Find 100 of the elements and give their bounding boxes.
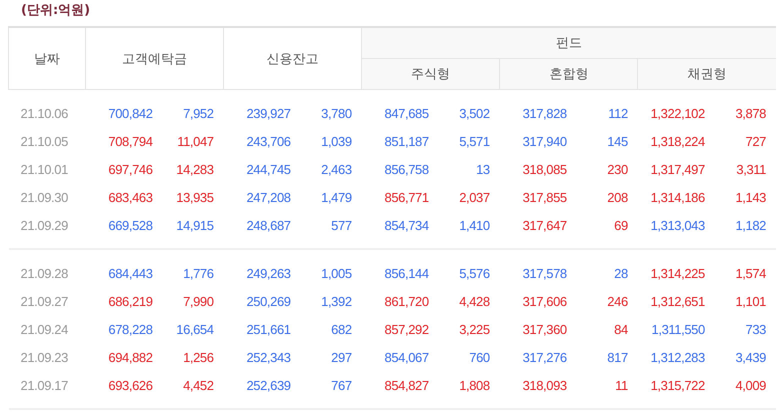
- change-cell-text: 1,392: [320, 292, 353, 310]
- unit-label: (단위:억원): [20, 2, 92, 20]
- change-cell-text: 14,283: [175, 160, 215, 178]
- value-cell-text: 250,269: [245, 292, 292, 310]
- date-cell-text: 21.09.23: [20, 348, 69, 366]
- value-cell-text: 856,758: [384, 160, 430, 178]
- change-cell-text: 112: [607, 104, 629, 122]
- value-cell-text: 708,794: [107, 132, 154, 150]
- value-cell-text: 317,276: [522, 348, 568, 366]
- change-cell-text: 1,005: [320, 264, 353, 282]
- change-cell-text: 11,047: [176, 132, 215, 150]
- value-cell-text: 856,144: [384, 264, 430, 282]
- change-cell-text: 5,576: [458, 264, 491, 282]
- change-cell-text: 3,311: [735, 160, 767, 178]
- change-cell-text: 13: [475, 160, 491, 178]
- value-cell-text: 318,093: [522, 376, 568, 394]
- value-cell-text: 1,313,043: [650, 216, 706, 234]
- value-cell-text: 317,647: [522, 216, 568, 234]
- value-cell-text: 244,745: [245, 160, 292, 178]
- change-cell-text: 1,101: [734, 292, 767, 310]
- value-cell-text: 1,318,224: [650, 132, 706, 150]
- date-cell-text: 21.10.01: [20, 160, 69, 178]
- change-cell-text: 84: [613, 320, 629, 338]
- value-cell-text: 861,720: [384, 292, 430, 310]
- change-cell-text: 2,463: [320, 160, 353, 178]
- change-cell-text: 230: [606, 160, 629, 178]
- value-cell-text: 1,311,550: [650, 320, 706, 338]
- change-cell-text: 1,039: [320, 132, 353, 150]
- value-cell-text: 683,463: [107, 188, 154, 206]
- change-cell-text: 1,410: [458, 216, 491, 234]
- value-cell-text: 317,940: [522, 132, 568, 150]
- change-cell-text: 145: [606, 132, 629, 150]
- change-cell-text: 208: [606, 188, 629, 206]
- change-cell-text: 1,808: [458, 376, 491, 394]
- value-cell-text: 678,228: [107, 320, 154, 338]
- value-cell-text: 700,842: [107, 104, 154, 122]
- change-cell-text: 1,776: [182, 264, 215, 282]
- value-cell-text: 851,187: [384, 132, 430, 150]
- change-cell-text: 2,037: [458, 188, 491, 206]
- date-cell-text: 21.09.29: [20, 216, 69, 234]
- change-cell-text: 5,571: [458, 132, 491, 150]
- column-header: 펀드: [362, 27, 776, 58]
- change-cell-text: 1,256: [182, 348, 215, 366]
- value-cell-text: 317,828: [522, 104, 568, 122]
- change-cell-text: 4,452: [182, 376, 215, 394]
- value-cell-text: 317,360: [522, 320, 568, 338]
- change-cell-text: 1,143: [734, 188, 767, 206]
- change-cell-text: 817: [606, 348, 629, 366]
- date-cell-text: 21.09.30: [20, 188, 69, 206]
- date-cell-text: 21.09.17: [20, 376, 69, 394]
- change-cell-text: 1,182: [734, 216, 767, 234]
- date-cell-text: 21.09.27: [20, 292, 69, 310]
- value-cell-text: 686,219: [107, 292, 154, 310]
- value-cell-text: 317,855: [522, 188, 568, 206]
- value-cell-text: 694,882: [107, 348, 154, 366]
- value-cell-text: 239,927: [245, 104, 292, 122]
- value-cell-text: 317,606: [522, 292, 568, 310]
- value-cell-text: 669,528: [107, 216, 154, 234]
- change-cell-text: 69: [613, 216, 629, 234]
- value-cell-text: 1,315,722: [650, 376, 706, 394]
- date-cell-text: 21.10.05: [20, 132, 69, 150]
- value-cell-text: 247,208: [245, 188, 292, 206]
- change-cell-text: 28: [613, 264, 629, 282]
- column-header: 채권형: [638, 58, 776, 90]
- value-cell-text: 248,687: [245, 216, 292, 234]
- value-cell-text: 854,827: [384, 376, 430, 394]
- value-cell-text: 252,639: [245, 376, 292, 394]
- change-cell-text: 3,225: [458, 320, 491, 338]
- value-cell-text: 854,067: [384, 348, 430, 366]
- date-cell-text: 21.10.06: [20, 104, 69, 122]
- change-cell-text: 3,502: [458, 104, 491, 122]
- change-cell-text: 767: [330, 376, 353, 394]
- change-cell-text: 3,780: [320, 104, 353, 122]
- date-cell-text: 21.09.24: [20, 320, 69, 338]
- change-cell-text: 297: [330, 348, 353, 366]
- column-header: 고객예탁금: [86, 27, 224, 90]
- value-cell-text: 1,312,651: [650, 292, 706, 310]
- change-cell-text: 4,428: [458, 292, 491, 310]
- value-cell-text: 854,734: [384, 216, 430, 234]
- change-cell-text: 733: [744, 320, 767, 338]
- change-cell-text: 3,878: [734, 104, 767, 122]
- value-cell-text: 243,706: [245, 132, 292, 150]
- change-cell-text: 14,915: [175, 216, 215, 234]
- change-cell-text: 3,439: [734, 348, 767, 366]
- column-header: 주식형: [362, 58, 500, 90]
- value-cell-text: 317,578: [522, 264, 568, 282]
- value-cell-text: 697,746: [107, 160, 154, 178]
- value-cell-text: 847,685: [384, 104, 430, 122]
- value-cell-text: 1,322,102: [650, 104, 706, 122]
- value-cell-text: 1,312,283: [650, 348, 706, 366]
- date-cell-text: 21.09.28: [20, 264, 69, 282]
- change-cell-text: 246: [606, 292, 629, 310]
- value-cell-text: 249,263: [245, 264, 292, 282]
- value-cell-text: 693,626: [107, 376, 154, 394]
- change-cell-text: 1,479: [320, 188, 353, 206]
- value-cell-text: 1,314,186: [650, 188, 706, 206]
- change-cell-text: 7,990: [182, 292, 215, 310]
- change-cell-text: 682: [330, 320, 353, 338]
- value-cell-text: 857,292: [384, 320, 430, 338]
- value-cell-text: 252,343: [245, 348, 292, 366]
